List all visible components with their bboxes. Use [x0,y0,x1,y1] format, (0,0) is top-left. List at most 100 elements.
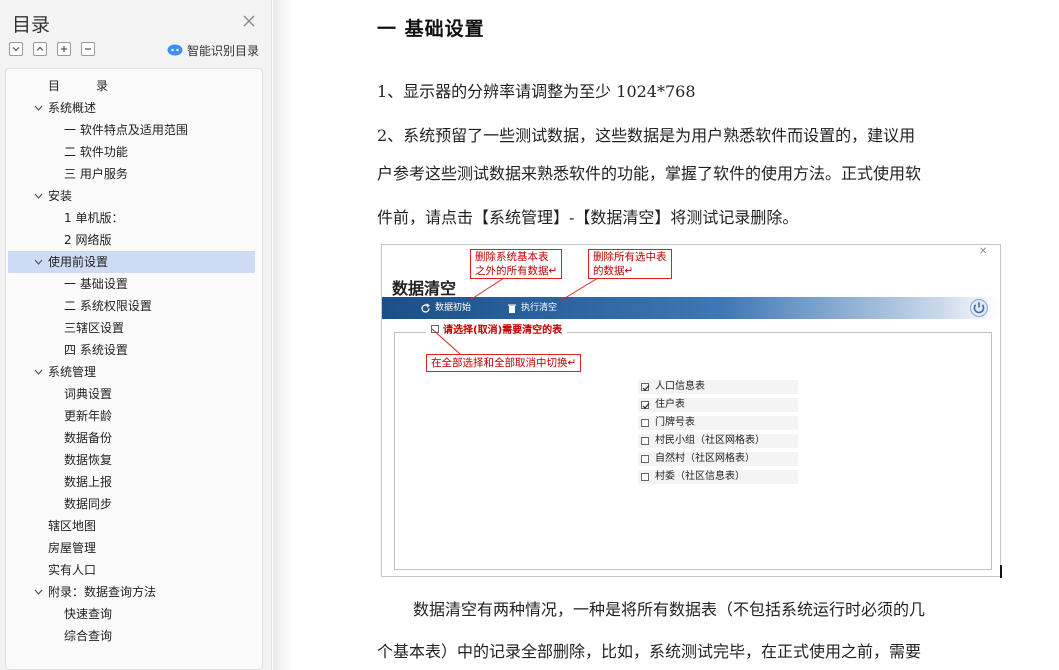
checkbox-icon [641,419,649,427]
figure-table-option-label: 人口信息表 [655,381,705,392]
toc-item-label: 二 系统权限设置 [64,299,152,313]
select-all-checkbox [431,324,439,333]
toc-item[interactable]: 数据同步 [8,493,255,515]
toc-item-label: 三辖区设置 [64,321,125,335]
toc-item-label: 词典设置 [64,387,113,401]
figure-toolbar: 数据初始 执行清空 [382,297,1000,319]
toc-sidebar: 目录 智能识别目录 目 录系统概述一 软件特点及适用范围二 软件功能三 用户服务… [0,0,272,670]
toc-item-label: 数据上报 [64,475,113,489]
collapse-all-icon[interactable] [33,42,47,56]
toc-item[interactable]: 1 单机版： [8,207,255,229]
figure-table-option: 人口信息表 [638,380,798,394]
document-page: 一 基础设置 1、显示器的分辨率请调整为至少 1024*768 2、系统预留了一… [293,0,1059,670]
plus-icon[interactable] [57,42,71,56]
smart-recognize-icon [167,44,183,56]
toc-item-label: 数据恢复 [64,453,113,467]
toc-item-label: 2 网络版 [64,233,112,247]
toc-item[interactable]: 目 录 [8,75,255,97]
close-icon[interactable] [240,12,258,30]
toc-item[interactable]: 附录：数据查询方法 [8,581,255,603]
toc-item[interactable]: 二 软件功能 [8,141,255,163]
page-gutter [273,0,293,670]
toc-item-label: 房屋管理 [48,541,97,555]
toc-item[interactable]: 四 系统设置 [8,339,255,361]
outline-toolbar [9,42,95,58]
toc-item[interactable]: 词典设置 [8,383,255,405]
figure-table-option: 村委（社区信息表） [638,470,798,484]
figure-table-option-label: 村委（社区信息表） [655,471,745,482]
toc-item-label: 数据同步 [64,497,113,511]
toc-tree: 目 录系统概述一 软件特点及适用范围二 软件功能三 用户服务安装 1 单机版： 2 … [5,68,263,670]
figure-init-button: 数据初始 [420,297,471,319]
section-heading: 一 基础设置 [377,18,485,40]
toc-item[interactable]: 安装 [8,185,255,207]
toc-item[interactable]: 数据备份 [8,427,255,449]
paragraph-2-line-2: 户参考这些测试数据来熟悉软件的功能，掌握了软件的使用方法。正式使用软 [377,164,922,183]
toc-item[interactable]: 三 用户服务 [8,163,255,185]
figure-group-legend-label: 请选择(取消)需要清空的表 [443,325,563,336]
toc-item-label: 快速查询 [64,607,113,621]
toc-item-label: 目 录 [48,79,109,93]
paragraph-3-line-1: 数据清空有两种情况，一种是将所有数据表（不包括系统运行时必须的几 [413,600,926,619]
paragraph-2-line-3: 件前，请点击【系统管理】-【数据清空】将测试记录删除。 [377,208,799,227]
toc-item[interactable]: 三辖区设置 [8,317,255,339]
toc-item[interactable]: 使用前设置 [8,251,255,273]
toc-item-label: 一 软件特点及适用范围 [64,123,188,137]
toc-item[interactable]: 2 网络版 [8,229,255,251]
figure-execute-label: 执行清空 [521,303,558,313]
figure-execute-button: 执行清空 [507,297,557,319]
figure-table-option-label: 自然村（社区网格表） [655,453,755,464]
toc-item-label: 附录：数据查询方法 [48,585,157,599]
toc-item[interactable]: 一 软件特点及适用范围 [8,119,255,141]
toc-item-label: 综合查询 [64,629,113,643]
figure-table-option-label: 门牌号表 [655,417,695,428]
checkbox-icon [641,473,649,481]
toc-item[interactable]: 系统概述 [8,97,255,119]
toc-item-label: 二 软件功能 [64,145,128,159]
expand-all-icon[interactable] [9,42,23,56]
figure-group-legend: 请选择(取消)需要清空的表 [426,321,568,336]
paragraph-3-line-2: 个基本表）中的记录全部删除，比如，系统测试完毕，在正式使用之前，需要 [377,642,922,661]
toc-item[interactable]: 系统管理 [8,361,255,383]
chevron-down-icon[interactable] [34,368,43,376]
toc-item[interactable]: 数据恢复 [8,449,255,471]
chevron-down-icon[interactable] [34,104,43,112]
toc-item-label: 三 用户服务 [64,167,128,181]
embedded-screenshot: ✕ 数据清空 数据初始 执行清空 请选择(取消)需要清空的表 人口信息表 住户表… [381,244,1001,577]
toc-item-label: 更新年龄 [64,409,113,423]
smart-toc-button[interactable]: 智能识别目录 [167,42,259,58]
figure-table-option-label: 住户表 [655,399,685,410]
toc-item-label: 安装 [48,189,73,203]
figure-table-option: 自然村（社区网格表） [638,452,798,466]
figure-close-icon: ✕ [979,246,988,257]
toc-item[interactable]: 实有人口 [8,559,255,581]
toc-item[interactable]: 综合查询 [8,625,255,647]
callout-select-all: 在全部选择和全部取消中切换↵ [426,354,582,372]
toc-item[interactable]: 二 系统权限设置 [8,295,255,317]
minus-icon[interactable] [81,42,95,56]
toc-item[interactable]: 辖区地图 [8,515,255,537]
figure-table-option: 村民小组（社区网格表） [638,434,798,448]
chevron-down-icon[interactable] [34,258,43,266]
callout-init-line-1: 删除系统基本表 [475,251,549,263]
sidebar-title: 目录 [12,14,51,36]
power-icon [970,299,988,317]
smart-toc-label: 智能识别目录 [187,43,260,58]
chevron-down-icon[interactable] [34,192,43,200]
paragraph-1: 1、显示器的分辨率请调整为至少 1024*768 [377,82,696,101]
figure-window-title: 数据清空 [392,279,457,298]
toc-item[interactable]: 一 基础设置 [8,273,255,295]
chevron-down-icon[interactable] [34,588,43,596]
toc-item[interactable]: 数据上报 [8,471,255,493]
toc-item-label: 1 单机版： [64,211,124,225]
figure-table-option: 门牌号表 [638,416,798,430]
toc-item[interactable]: 更新年龄 [8,405,255,427]
checkbox-icon [641,455,649,463]
toc-item[interactable]: 房屋管理 [8,537,255,559]
toc-item-label: 四 系统设置 [64,343,128,357]
toc-item-label: 一 基础设置 [64,277,128,291]
callout-execute: 删除所有选中表 的数据↵ [588,249,672,279]
callout-execute-line-2: 的数据↵ [593,265,634,277]
toc-item[interactable]: 快速查询 [8,603,255,625]
figure-table-option-label: 村民小组（社区网格表） [655,435,765,446]
